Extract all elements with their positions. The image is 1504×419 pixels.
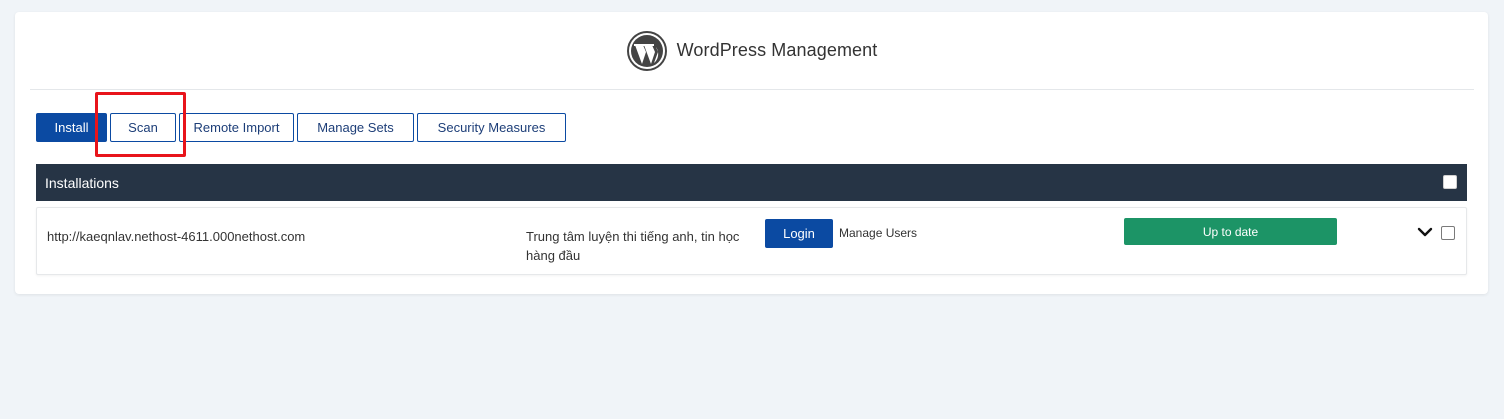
row-select-checkbox[interactable] xyxy=(1441,226,1455,240)
select-all-checkbox[interactable] xyxy=(1443,175,1457,189)
page-title: WordPress Management xyxy=(676,40,878,60)
wordpress-management-card: WordPress Management Install Scan Remote… xyxy=(15,12,1488,294)
wordpress-logo-icon xyxy=(626,30,667,71)
installation-description: Trung tâm luyện thi tiếng anh, tin học h… xyxy=(526,229,740,263)
login-button[interactable]: Login xyxy=(765,219,833,248)
tab-scan[interactable]: Scan xyxy=(110,113,176,142)
installations-title: Installations xyxy=(45,174,119,191)
tab-install[interactable]: Install xyxy=(36,113,107,142)
installation-url: http://kaeqnlav.nethost-4611.000nethost.… xyxy=(47,229,306,244)
tab-security-measures[interactable]: Security Measures xyxy=(417,113,566,142)
installation-row: http://kaeqnlav.nethost-4611.000nethost.… xyxy=(36,207,1467,275)
status-badge: Up to date xyxy=(1124,218,1337,245)
tab-manage-sets[interactable]: Manage Sets xyxy=(297,113,414,142)
page-header: WordPress Management xyxy=(30,12,1474,90)
installations-header: Installations xyxy=(36,164,1467,201)
tab-bar: Install Scan Remote Import Manage Sets S… xyxy=(36,113,569,142)
manage-users-link[interactable]: Manage Users xyxy=(839,226,917,240)
tab-remote-import[interactable]: Remote Import xyxy=(179,113,294,142)
chevron-down-icon[interactable] xyxy=(1417,225,1433,239)
